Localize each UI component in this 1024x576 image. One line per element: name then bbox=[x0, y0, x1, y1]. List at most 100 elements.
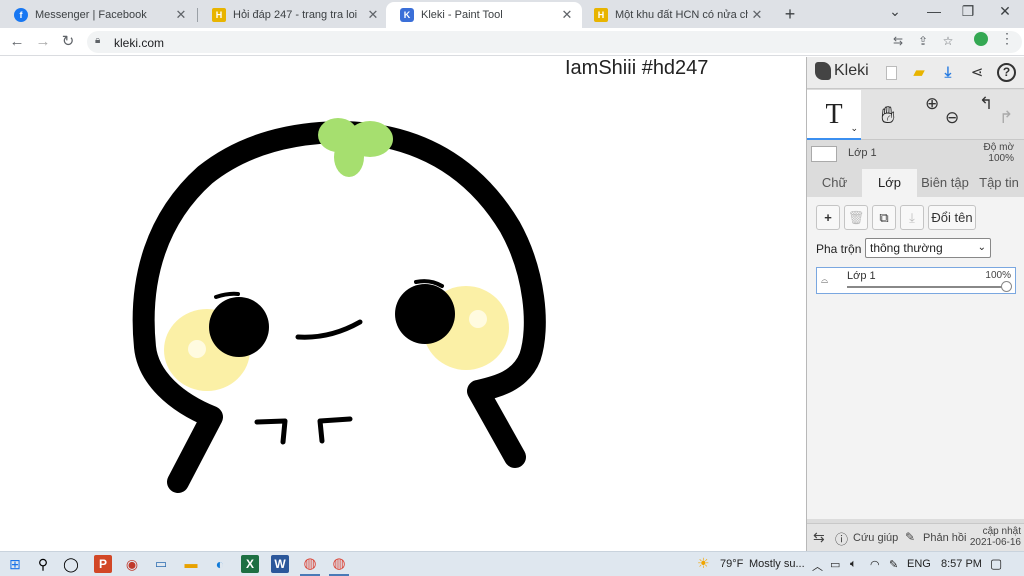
restore-icon[interactable]: ❐ bbox=[956, 3, 980, 20]
media-player-icon[interactable]: ◉ bbox=[123, 555, 141, 573]
tab-text[interactable]: Chữ bbox=[807, 169, 862, 197]
close-icon[interactable]: ✕ bbox=[172, 7, 190, 23]
delete-layer-button[interactable]: 🗑︎ bbox=[844, 205, 868, 230]
layer-opacity-slider-knob[interactable] bbox=[1001, 281, 1012, 292]
browser-toolbar: ← → ↻ 🔒︎ kleki.com ⇆ ⇪ ☆ ⋮ bbox=[0, 28, 1024, 56]
current-layer-thumbnail[interactable] bbox=[811, 146, 837, 162]
word-icon[interactable]: W bbox=[271, 555, 289, 573]
download-icon[interactable]: ⤓ bbox=[938, 63, 958, 83]
opacity-value: 100% bbox=[988, 153, 1014, 164]
new-tab-button[interactable]: + bbox=[780, 4, 800, 25]
windows-start-icon[interactable]: ⊞ bbox=[6, 555, 24, 573]
chrome-icon[interactable]: ◍ bbox=[301, 555, 319, 573]
current-layer-name: Lớp 1 bbox=[848, 147, 877, 159]
tab-title: Hỏi đáp 247 - trang tra loi bbox=[233, 9, 358, 21]
task-view-icon[interactable]: ◯ bbox=[62, 555, 80, 573]
update-info[interactable]: cập nhật 2021-06-16 bbox=[970, 526, 1021, 548]
weather-icon: ☀ bbox=[697, 555, 710, 571]
right-cheek-shine bbox=[469, 310, 487, 328]
clock-time[interactable]: 8:57 PM bbox=[941, 558, 982, 570]
drawing-artwork bbox=[132, 118, 546, 493]
reload-icon[interactable]: ↻ bbox=[58, 32, 78, 52]
zoom-out-icon[interactable]: ⊖ bbox=[945, 108, 959, 128]
merge-layer-button[interactable]: ⤓ bbox=[900, 205, 924, 230]
volume-icon[interactable]: 🔈︎ bbox=[850, 558, 857, 571]
powerpoint-icon[interactable]: P bbox=[94, 555, 112, 573]
redo-icon[interactable]: ↱ bbox=[999, 108, 1013, 128]
close-icon[interactable]: ✕ bbox=[748, 7, 766, 23]
layer-thumbnail-icon: ⌓ bbox=[821, 275, 829, 285]
hand-tool-button[interactable]: ✋︎ bbox=[861, 90, 915, 140]
tab-file[interactable]: Tập tin bbox=[973, 169, 1024, 197]
add-layer-button[interactable]: + bbox=[816, 205, 840, 230]
canvas-watermark-text: IamShiii #hd247 bbox=[565, 57, 709, 79]
kleki-logo-text: Kleki bbox=[834, 62, 869, 79]
close-icon[interactable]: ✕ bbox=[364, 7, 382, 23]
notification-icon[interactable]: ▢ bbox=[990, 556, 1002, 572]
wifi-icon[interactable]: ◠ bbox=[870, 558, 880, 571]
layer-name: Lớp 1 bbox=[847, 270, 876, 282]
kleki-logo-icon bbox=[815, 62, 831, 80]
blend-mode-value: thông thường bbox=[870, 241, 943, 255]
tab-edit[interactable]: Biên tập bbox=[917, 169, 973, 197]
leaf-bottom bbox=[334, 137, 364, 177]
menu-icon[interactable]: ⋮ bbox=[1000, 30, 1014, 47]
tray-chevron-up-icon[interactable]: ︿ bbox=[812, 558, 823, 574]
share-icon[interactable]: ⇪ bbox=[915, 34, 931, 50]
profile-avatar[interactable] bbox=[974, 32, 988, 46]
undo-icon[interactable]: ↰ bbox=[979, 94, 993, 114]
text-tool-button[interactable]: T ⌄ bbox=[807, 90, 861, 140]
left-foot-stroke bbox=[254, 418, 288, 445]
share-icon[interactable]: ⋖ bbox=[967, 63, 987, 83]
file-explorer-icon[interactable]: ▬ bbox=[182, 555, 200, 573]
drawing-canvas[interactable]: IamShiii #hd247 bbox=[0, 57, 806, 551]
zoom-in-icon[interactable]: ⊕ bbox=[925, 94, 939, 114]
windows-taskbar: ⊞ ⚲ ◯ P ◉ ▭ ▬ ◐ X W ◍ ◍ ☀ 79°F Mostly su… bbox=[0, 551, 1024, 576]
excel-icon[interactable]: X bbox=[241, 555, 259, 573]
rename-layer-button[interactable]: Đổi tên bbox=[928, 205, 976, 230]
swap-side-icon[interactable]: ⇆ bbox=[813, 529, 825, 546]
help-icon[interactable]: ? bbox=[997, 63, 1016, 82]
browser-tab-hoidap[interactable]: H Hỏi đáp 247 - trang tra loi ✕ bbox=[198, 2, 388, 28]
new-image-icon[interactable] bbox=[881, 63, 901, 83]
close-window-icon[interactable]: ✕ bbox=[993, 3, 1017, 20]
browser-tab-kleki[interactable]: K Kleki - Paint Tool ✕ bbox=[386, 2, 582, 28]
kleki-footer: ⇆ ⓘ Cứu giúp ✎ Phản hồi cập nhật 2021-06… bbox=[807, 523, 1024, 551]
update-label: cập nhật bbox=[982, 526, 1021, 537]
tab-layers[interactable]: Lớp bbox=[862, 169, 917, 197]
kleki-logo[interactable]: Kleki bbox=[815, 62, 869, 80]
tab-search-icon[interactable]: ⌄ bbox=[883, 3, 907, 20]
chrome-icon[interactable]: ◍ bbox=[330, 555, 348, 573]
computer-icon[interactable]: ▭ bbox=[152, 555, 170, 573]
help-circle-icon[interactable]: ⓘ bbox=[835, 529, 848, 548]
pen-icon[interactable]: ✎ bbox=[889, 558, 898, 571]
minimize-icon[interactable]: — bbox=[922, 3, 946, 19]
duplicate-layer-button[interactable]: ⧉ bbox=[872, 205, 896, 230]
layer-opacity-slider[interactable] bbox=[847, 286, 1007, 288]
close-icon[interactable]: ✕ bbox=[558, 7, 576, 23]
duplicate-icon: ⧉ bbox=[879, 210, 889, 225]
browser-tab-messenger[interactable]: f Messenger | Facebook ✕ bbox=[0, 2, 196, 28]
weather-description[interactable]: Mostly su... bbox=[749, 558, 805, 570]
feedback-link[interactable]: Phản hồi bbox=[923, 532, 966, 544]
edge-icon[interactable]: ◐ bbox=[211, 555, 229, 573]
left-brow bbox=[214, 291, 240, 299]
language-indicator[interactable]: ENG bbox=[907, 558, 931, 570]
panel-tabs: Chữ Lớp Biên tập Tập tin bbox=[807, 169, 1024, 197]
back-icon[interactable]: ← bbox=[7, 32, 27, 52]
browser-tab-khudat[interactable]: H Một khu đất HCN có nửa chu vi l ✕ bbox=[580, 2, 772, 28]
blend-mode-select[interactable]: thông thường ⌄ bbox=[865, 238, 991, 258]
search-icon[interactable]: ⚲ bbox=[34, 555, 52, 573]
kleki-icon: K bbox=[400, 8, 414, 22]
address-bar[interactable]: 🔒︎ kleki.com ⇆ ⇪ ☆ bbox=[87, 31, 1022, 53]
help-link[interactable]: Cứu giúp bbox=[853, 532, 898, 544]
bookmark-star-icon[interactable]: ☆ bbox=[940, 34, 956, 50]
open-file-icon[interactable]: ▰ bbox=[909, 63, 929, 83]
chevron-down-icon[interactable]: ⌄ bbox=[850, 123, 858, 134]
battery-icon[interactable]: ▭ bbox=[830, 558, 840, 571]
weather-temperature[interactable]: 79°F bbox=[720, 558, 743, 570]
update-date: 2021-06-16 bbox=[969, 537, 1021, 548]
forward-icon[interactable]: → bbox=[33, 32, 53, 52]
translate-icon[interactable]: ⇆ bbox=[890, 34, 906, 50]
layer-list-item[interactable]: ⌓ Lớp 1 100% bbox=[816, 267, 1016, 294]
